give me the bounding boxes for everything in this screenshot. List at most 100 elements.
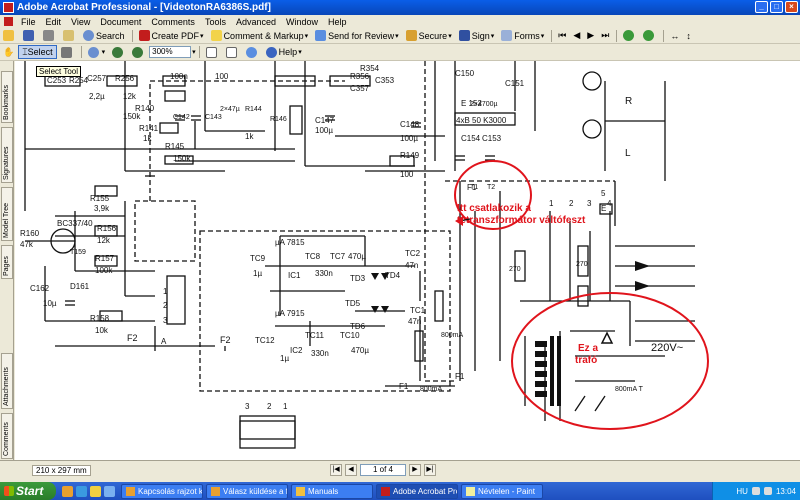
folder-icon bbox=[296, 486, 305, 496]
schematic-label: R256 bbox=[115, 74, 135, 83]
rotate-button[interactable] bbox=[243, 45, 262, 59]
transformer-winding bbox=[535, 361, 547, 367]
fit-page-button[interactable] bbox=[223, 45, 242, 59]
schematic-drawing: C253 R254C257 R2562,2µ 12kR140150kR1411kC14… bbox=[20, 61, 709, 449]
minimize-button[interactable]: _ bbox=[755, 1, 768, 13]
last-page-button[interactable]: ⏭ bbox=[598, 29, 612, 43]
schematic-label: 1µ bbox=[253, 269, 262, 278]
menu-help[interactable]: Help bbox=[323, 17, 352, 27]
forms-button[interactable]: Forms ▾ bbox=[498, 29, 547, 43]
network-icon[interactable] bbox=[751, 487, 760, 495]
first-page-button[interactable]: ⏮ bbox=[555, 29, 569, 43]
browser-icon bbox=[126, 486, 135, 496]
tab-comments[interactable]: Comments bbox=[1, 413, 13, 459]
taskbar-item[interactable]: Névtelen - Paint bbox=[461, 483, 543, 499]
menu-bar: File Edit View Document Comments Tools A… bbox=[0, 15, 800, 28]
back-button[interactable] bbox=[620, 29, 639, 43]
menu-tools[interactable]: Tools bbox=[200, 17, 231, 27]
taskbar-item[interactable]: Kapcsolás rajzot kere... bbox=[121, 483, 203, 499]
comment-markup-button[interactable]: Comment & Markup ▾ bbox=[208, 29, 312, 43]
transformer-winding bbox=[535, 371, 547, 377]
zoom-input[interactable]: 300% bbox=[149, 46, 192, 58]
page-number-field[interactable]: 1 of 4 bbox=[360, 464, 406, 476]
menu-view[interactable]: View bbox=[66, 17, 95, 27]
schematic-label: 100µ bbox=[400, 134, 418, 143]
transformer-winding bbox=[535, 341, 547, 347]
next-page-button[interactable]: ▶ bbox=[584, 29, 597, 43]
chevron-down-icon: ▾ bbox=[395, 32, 399, 40]
select-tool-button[interactable]: ⌶ Select bbox=[18, 45, 57, 59]
schematic-label: 800mA bbox=[441, 332, 464, 339]
actual-size-button[interactable] bbox=[203, 45, 222, 59]
tab-model-tree[interactable]: Model Tree bbox=[1, 187, 13, 241]
snapshot-button[interactable] bbox=[58, 45, 77, 59]
schematic-label: 12k bbox=[97, 236, 111, 245]
secure-button[interactable]: Secure ▾ bbox=[403, 29, 455, 43]
menu-edit[interactable]: Edit bbox=[41, 17, 67, 27]
zoom-in-button[interactable] bbox=[129, 45, 148, 59]
start-button[interactable]: Start bbox=[0, 482, 56, 500]
next-page-status-button[interactable]: ▶ bbox=[409, 464, 421, 476]
save-button[interactable] bbox=[20, 29, 39, 43]
chevron-down-icon: ▾ bbox=[101, 49, 106, 56]
desktop-icon[interactable] bbox=[104, 485, 115, 497]
component-box bbox=[164, 90, 186, 102]
sign-button[interactable]: Sign ▾ bbox=[456, 29, 498, 43]
save-icon bbox=[23, 30, 34, 41]
open-button[interactable] bbox=[0, 29, 19, 43]
menu-advanced[interactable]: Advanced bbox=[231, 17, 281, 27]
taskbar-item[interactable]: Manuals bbox=[291, 483, 373, 499]
close-button[interactable]: × bbox=[785, 1, 798, 13]
print-button[interactable] bbox=[40, 29, 59, 43]
zoom-tool-button[interactable]: ▾ bbox=[85, 45, 109, 59]
schematic-label: TD5 bbox=[345, 299, 361, 308]
search-icon bbox=[83, 30, 94, 41]
tab-bookmarks[interactable]: Bookmarks bbox=[1, 71, 13, 123]
taskbar-item[interactable]: Válasz küldése a fóru... bbox=[206, 483, 288, 499]
tab-attachments[interactable]: Attachments bbox=[1, 353, 13, 409]
help-button[interactable]: Help ▾ bbox=[263, 45, 305, 59]
module-boundary bbox=[134, 200, 196, 262]
menu-document[interactable]: Document bbox=[95, 17, 146, 27]
prev-page-status-button[interactable]: ◀ bbox=[345, 464, 357, 476]
zoom-dropdown-icon[interactable]: ▾ bbox=[192, 48, 196, 56]
browser-icon[interactable] bbox=[62, 485, 73, 497]
create-pdf-label: Create PDF bbox=[151, 30, 200, 41]
schematic-label: 2 bbox=[163, 301, 168, 310]
forward-button[interactable] bbox=[640, 29, 659, 43]
fit-height-button[interactable]: ↕ bbox=[683, 29, 694, 43]
page-navigation: |◀ ◀ 1 of 4 ▶ ▶| bbox=[330, 464, 436, 476]
fit-page-icon bbox=[225, 46, 237, 58]
hand-tool-button[interactable]: ✋ bbox=[0, 45, 17, 59]
menu-comments[interactable]: Comments bbox=[146, 17, 200, 27]
email-button[interactable] bbox=[60, 29, 79, 43]
prev-page-button[interactable]: ◀ bbox=[570, 29, 583, 43]
transformer-winding bbox=[535, 381, 547, 387]
last-page-status-button[interactable]: ▶| bbox=[424, 464, 436, 476]
taskbar-item-active[interactable]: Adobe Acrobat Profe... bbox=[376, 483, 458, 499]
ie-icon[interactable] bbox=[76, 485, 87, 497]
media-icon[interactable] bbox=[90, 485, 101, 497]
toolbar-divider bbox=[663, 29, 665, 42]
tab-signatures[interactable]: Signatures bbox=[1, 127, 13, 183]
menu-window[interactable]: Window bbox=[281, 17, 323, 27]
search-button[interactable]: Search bbox=[80, 29, 128, 43]
schematic-label: R254 bbox=[69, 76, 89, 85]
fit-width-button[interactable]: ↔ bbox=[667, 29, 682, 43]
zoom-out-button[interactable] bbox=[109, 45, 128, 59]
schematic-label: F1 bbox=[467, 183, 477, 192]
create-pdf-button[interactable]: Create PDF ▾ bbox=[136, 29, 207, 43]
send-review-button[interactable]: Send for Review ▾ bbox=[312, 29, 402, 43]
document-view[interactable]: C253 R254 C257 R256 2,2µ 12k R140 150k R141 1k C14… bbox=[15, 61, 800, 460]
schematic-label: 270 bbox=[576, 261, 588, 268]
language-indicator[interactable]: HU bbox=[736, 487, 748, 496]
volume-icon[interactable] bbox=[763, 487, 772, 495]
tab-pages[interactable]: Pages bbox=[1, 245, 13, 279]
first-page-status-button[interactable]: |◀ bbox=[330, 464, 342, 476]
acrobat-window: Adobe Acrobat Professional - [VideotonRA… bbox=[0, 0, 800, 500]
maximize-button[interactable]: □ bbox=[770, 1, 783, 13]
schematic-label: R160 bbox=[20, 229, 40, 238]
menu-file[interactable]: File bbox=[16, 17, 41, 27]
schematic-label: R bbox=[625, 96, 632, 107]
schematic-label: TC1 bbox=[410, 306, 426, 315]
